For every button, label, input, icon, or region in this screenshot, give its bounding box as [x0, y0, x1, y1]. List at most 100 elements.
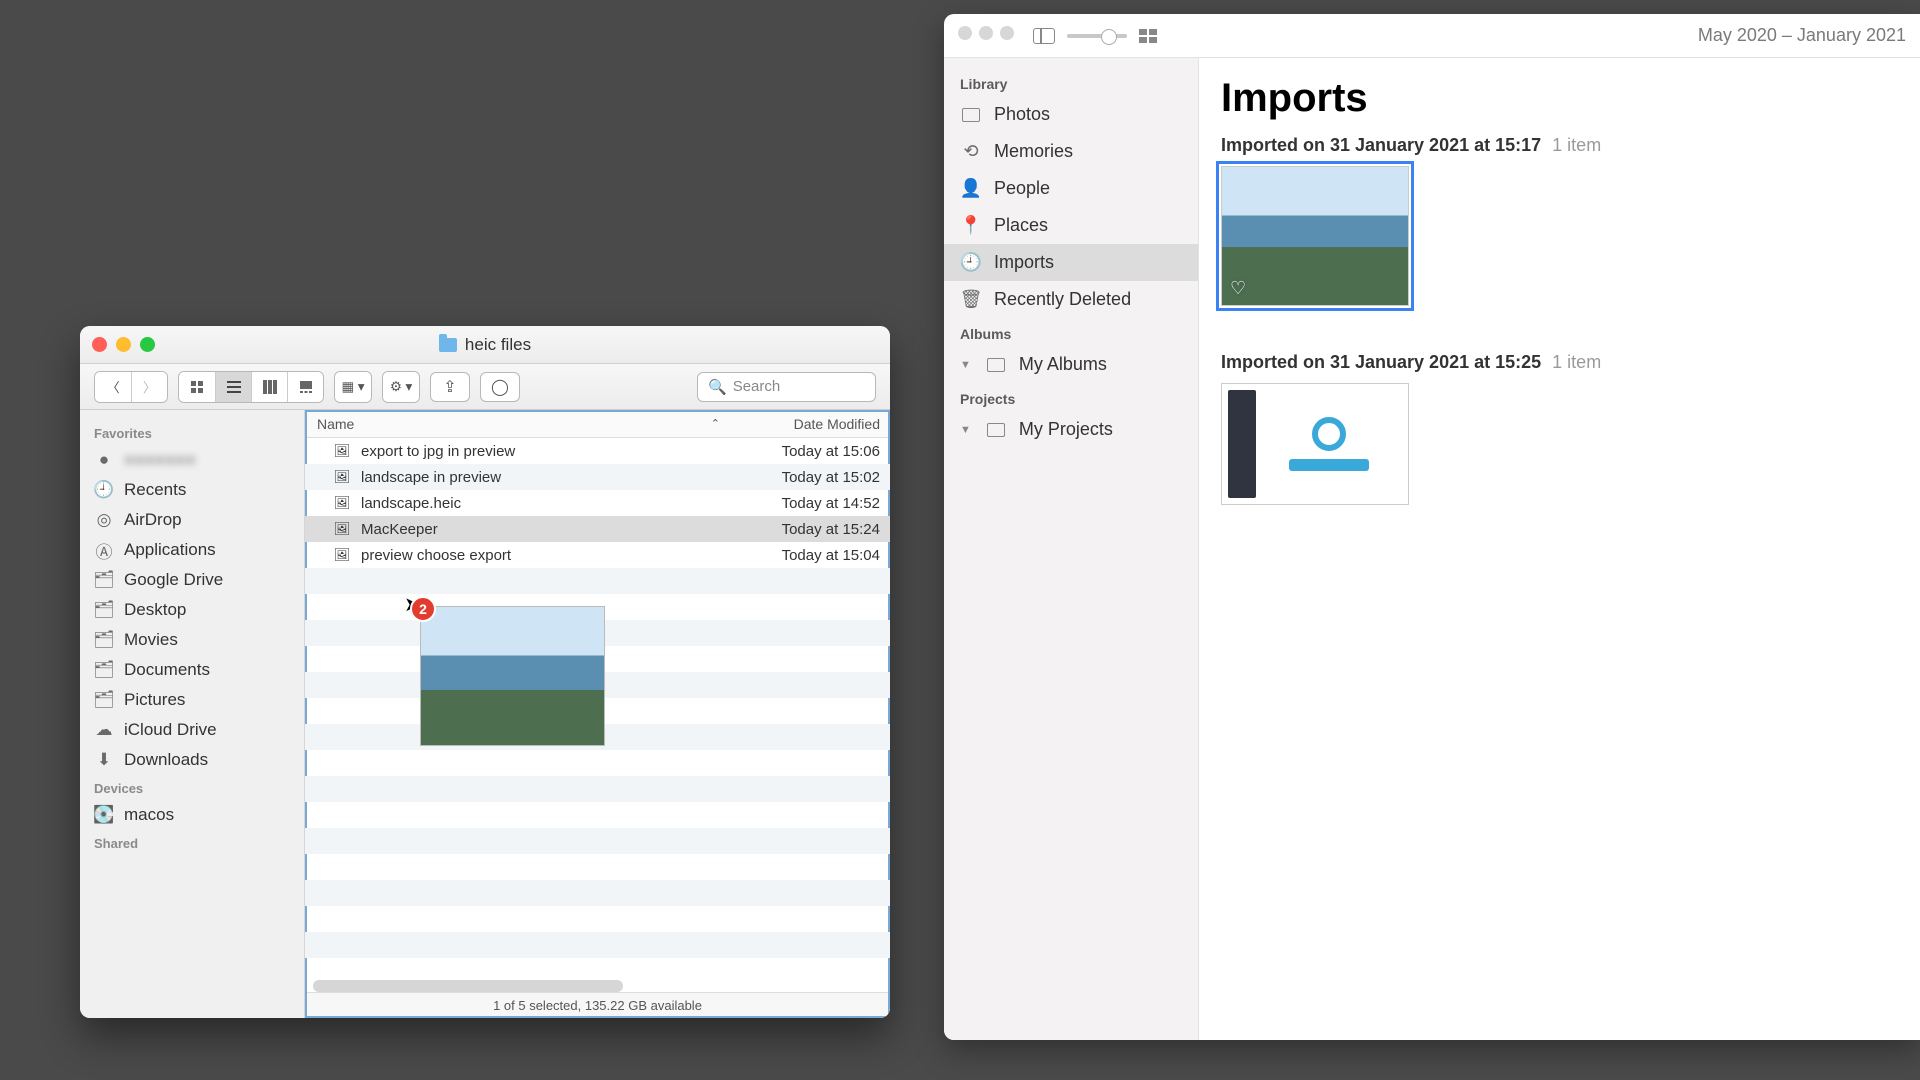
file-icon: 🖼 [331, 547, 353, 563]
photos-main: Imports Imported on 31 January 2021 at 1… [1199, 58, 1920, 1040]
date-range-label: May 2020 – January 2021 [1698, 25, 1906, 46]
sidebar-item-hidden[interactable]: ●●●●●●●● [80, 445, 304, 475]
album-icon [985, 358, 1007, 372]
share-button[interactable]: ⇪ [430, 372, 470, 402]
tags-button[interactable]: ◯ [480, 372, 520, 402]
sidebar-section-projects: Projects [944, 383, 1198, 411]
drag-preview: 2 [420, 606, 605, 746]
thumbnail-size-slider[interactable] [1067, 34, 1127, 38]
movies-icon: 🗂 [94, 630, 114, 650]
recents-icon: 🕘 [94, 480, 114, 500]
sidebar-item-my-albums[interactable]: ▼My Albums [944, 346, 1198, 383]
file-icon: 🖼 [331, 443, 353, 459]
sidebar-item-applications[interactable]: ⒶApplications [80, 535, 304, 565]
applications-icon: Ⓐ [94, 540, 114, 560]
drag-thumbnail-image [420, 606, 605, 746]
pictures-icon: 🗂 [94, 690, 114, 710]
favorite-icon[interactable]: ♡ [1230, 278, 1246, 299]
photos-sidebar: Library Photos ⟲Memories 👤People 📍Places… [944, 58, 1199, 1040]
list-view-button[interactable] [215, 372, 251, 402]
finder-traffic-lights[interactable] [92, 337, 155, 352]
sidebar-item-google-drive[interactable]: 🗂Google Drive [80, 565, 304, 595]
sidebar-item-my-projects[interactable]: ▼My Projects [944, 411, 1198, 448]
imported-thumbnail[interactable]: ♡ [1221, 166, 1409, 306]
arrange-button[interactable]: ▦ ▾ [334, 371, 372, 403]
documents-icon: 🗂 [94, 660, 114, 680]
import-group-heading: Imported on 31 January 2021 at 15:17 1 i… [1221, 135, 1898, 156]
file-row[interactable]: 🖼export to jpg in previewToday at 15:06 [305, 438, 890, 464]
nav-buttons: 〈 〉 [94, 371, 168, 403]
column-view-button[interactable] [251, 372, 287, 402]
sidebar-item-desktop[interactable]: 🗂Desktop [80, 595, 304, 625]
sidebar-item-movies[interactable]: 🗂Movies [80, 625, 304, 655]
gear-icon[interactable]: ⚙ ▾ [383, 372, 419, 402]
sidebar-item-recents[interactable]: 🕘Recents [80, 475, 304, 505]
sidebar-item-places[interactable]: 📍Places [944, 207, 1198, 244]
search-icon: 🔍 [708, 378, 727, 396]
desktop-icon: 🗂 [94, 600, 114, 620]
disk-icon: 💽 [94, 805, 114, 825]
horizontal-scrollbar[interactable] [313, 980, 623, 992]
sidebar-section-favorites: Favorites [80, 420, 304, 445]
window-title: heic files [439, 335, 531, 355]
sort-asc-icon: ⌃ [711, 417, 720, 430]
sidebar-toggle-icon[interactable] [1033, 28, 1055, 44]
sidebar-item-macos[interactable]: 💽macos [80, 800, 304, 830]
close-icon[interactable] [92, 337, 107, 352]
finder-sidebar: Favorites ●●●●●●●● 🕘Recents ◎AirDrop ⒶAp… [80, 410, 305, 1018]
blur-icon: ● [94, 450, 114, 470]
photos-window: May 2020 – January 2021 Library Photos ⟲… [944, 14, 1920, 1040]
imports-icon: 🕘 [960, 252, 982, 273]
status-bar: 1 of 5 selected, 135.22 GB available [305, 992, 890, 1018]
sidebar-item-pictures[interactable]: 🗂Pictures [80, 685, 304, 715]
disclosure-icon[interactable]: ▼ [960, 359, 971, 371]
sidebar-item-photos[interactable]: Photos [944, 96, 1198, 133]
search-input[interactable]: 🔍 Search [697, 372, 876, 402]
file-row[interactable]: 🖼landscape in previewToday at 15:02 [305, 464, 890, 490]
finder-toolbar: 〈 〉 ▦ ▾ ⚙ ▾ ⇪ ◯ 🔍 Search [80, 364, 890, 410]
imported-thumbnail[interactable] [1221, 383, 1409, 505]
sidebar-item-downloads[interactable]: ⬇Downloads [80, 745, 304, 775]
sidebar-section-shared: Shared [80, 830, 304, 855]
sidebar-item-documents[interactable]: 🗂Documents [80, 655, 304, 685]
column-headers[interactable]: Name⌃ Date Modified [305, 410, 890, 438]
back-button[interactable]: 〈 [95, 372, 131, 402]
column-date[interactable]: Date Modified [730, 416, 890, 432]
import-group-heading: Imported on 31 January 2021 at 15:25 1 i… [1221, 352, 1898, 373]
sidebar-item-people[interactable]: 👤People [944, 170, 1198, 207]
sidebar-item-imports[interactable]: 🕘Imports [944, 244, 1198, 281]
sidebar-item-recently-deleted[interactable]: 🗑Recently Deleted [944, 281, 1198, 318]
file-row[interactable]: 🖼landscape.heicToday at 14:52 [305, 490, 890, 516]
people-icon: 👤 [960, 178, 982, 199]
folder-icon [439, 338, 457, 352]
minimize-icon[interactable] [116, 337, 131, 352]
column-name[interactable]: Name⌃ [305, 416, 730, 432]
arrange-icon[interactable]: ▦ ▾ [335, 372, 371, 402]
disclosure-icon[interactable]: ▼ [960, 424, 971, 436]
page-title: Imports [1221, 76, 1898, 121]
icon-view-button[interactable] [179, 372, 215, 402]
sidebar-item-airdrop[interactable]: ◎AirDrop [80, 505, 304, 535]
memories-icon: ⟲ [960, 141, 982, 162]
photos-icon [960, 108, 982, 122]
finder-titlebar: heic files [80, 326, 890, 364]
drag-count-badge: 2 [410, 596, 436, 622]
sidebar-item-memories[interactable]: ⟲Memories [944, 133, 1198, 170]
sidebar-section-devices: Devices [80, 775, 304, 800]
file-row[interactable]: 🖼preview choose exportToday at 15:04 [305, 542, 890, 568]
sidebar-section-library: Library [944, 68, 1198, 96]
photos-traffic-lights[interactable] [958, 26, 1021, 45]
trash-icon: 🗑 [960, 289, 982, 310]
zoom-icon[interactable] [140, 337, 155, 352]
grid-view-icon[interactable] [1139, 29, 1157, 43]
cloud-icon: ☁ [94, 720, 114, 740]
downloads-icon: ⬇ [94, 750, 114, 770]
sidebar-section-albums: Albums [944, 318, 1198, 346]
gallery-view-button[interactable] [287, 372, 323, 402]
file-row[interactable]: 🖼MacKeeperToday at 15:24 [305, 516, 890, 542]
action-button[interactable]: ⚙ ▾ [382, 371, 420, 403]
file-icon: 🖼 [331, 495, 353, 511]
folder-icon: 🗂 [94, 570, 114, 590]
sidebar-item-icloud[interactable]: ☁iCloud Drive [80, 715, 304, 745]
forward-button[interactable]: 〉 [131, 372, 167, 402]
